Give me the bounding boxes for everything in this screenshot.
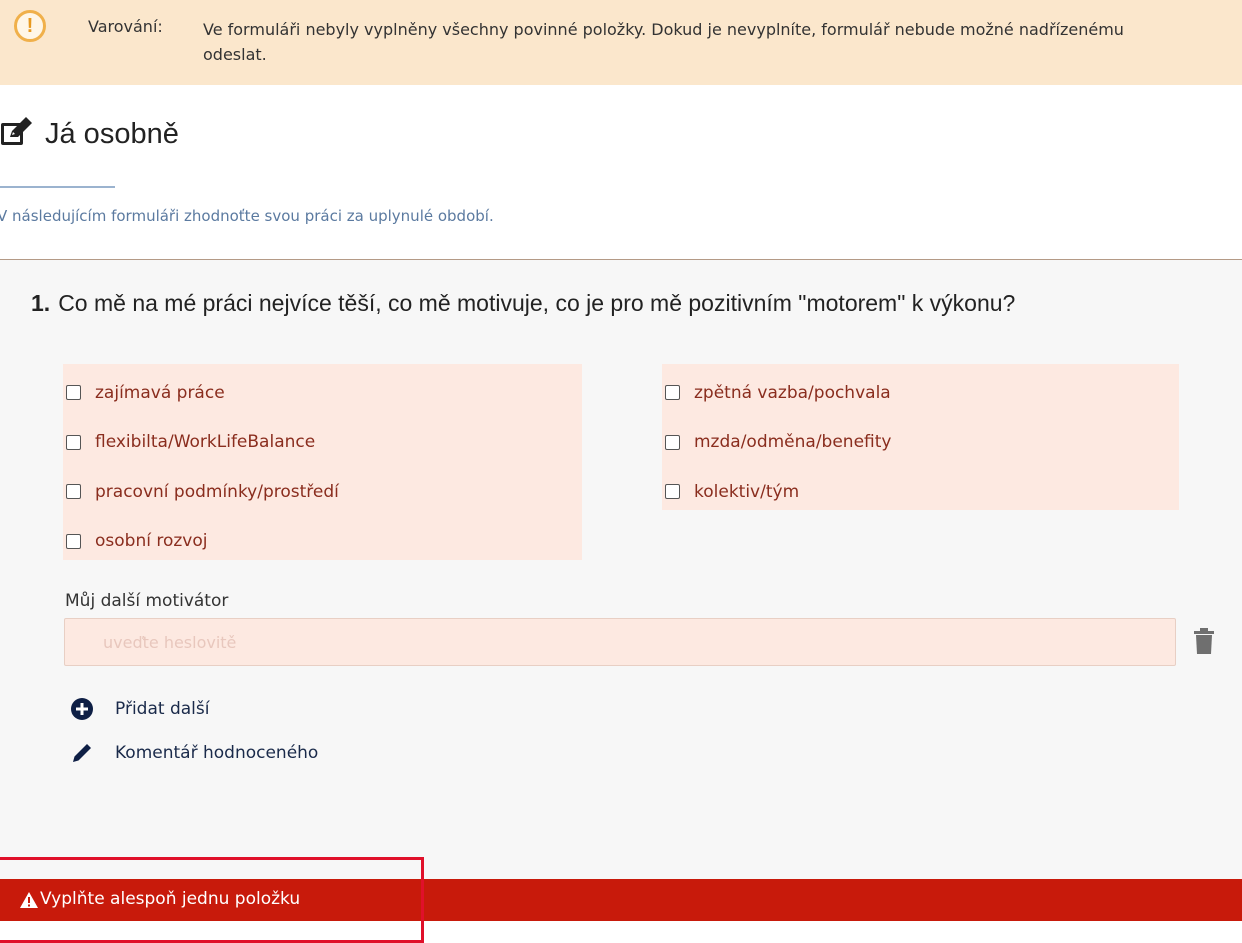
option-mzda[interactable]: mzda/odměna/benefity bbox=[662, 418, 1179, 468]
checkbox[interactable] bbox=[665, 385, 680, 401]
warning-label: Varování: bbox=[88, 17, 163, 36]
warning-text: Ve formuláři nebyly vyplněny všechny pov… bbox=[203, 20, 1124, 64]
option-label: mzda/odměna/benefity bbox=[694, 432, 892, 453]
question-title: 1. Co mě na mé práci nejvíce těší, co mě … bbox=[31, 290, 1015, 317]
checkbox[interactable] bbox=[66, 484, 81, 500]
pencil-icon bbox=[73, 744, 91, 762]
other-motivator-input[interactable] bbox=[64, 618, 1176, 666]
trash-icon[interactable] bbox=[1192, 628, 1216, 654]
option-pracovni-podminky[interactable]: pracovní podmínky/prostředí bbox=[63, 467, 582, 517]
warning-banner: ! Varování: Ve formuláři nebyly vyplněny… bbox=[0, 0, 1242, 85]
edit-icon bbox=[1, 117, 32, 145]
other-motivator-label: Můj další motivátor bbox=[65, 591, 229, 611]
question-number: 1. bbox=[31, 290, 51, 316]
option-label: zpětná vazba/pochvala bbox=[694, 382, 891, 403]
option-label: osobní rozvoj bbox=[95, 531, 208, 552]
add-another-button[interactable]: Přidat další bbox=[70, 697, 209, 721]
section-header: Já osobně V následujícím formuláři zhodn… bbox=[0, 85, 1242, 260]
title-underline bbox=[0, 186, 115, 188]
bottom-strip bbox=[0, 921, 1242, 943]
option-kolektiv[interactable]: kolektiv/tým bbox=[662, 467, 1179, 517]
validation-error-bar: Vyplňte alespoň jednu položku bbox=[0, 879, 1242, 921]
warning-triangle-icon bbox=[20, 892, 38, 908]
option-osobni-rozvoj[interactable]: osobní rozvoj bbox=[63, 517, 582, 567]
checkbox[interactable] bbox=[66, 434, 81, 450]
option-label: flexibilta/WorkLifeBalance bbox=[95, 432, 316, 453]
option-zajimava-prace[interactable]: zajímavá práce bbox=[63, 368, 582, 418]
section-subtitle: V následujícím formuláři zhodnoťte svou … bbox=[0, 207, 494, 225]
comment-label: Komentář hodnoceného bbox=[115, 743, 319, 763]
checkbox[interactable] bbox=[665, 434, 680, 450]
option-flexibilita[interactable]: flexibilta/WorkLifeBalance bbox=[63, 418, 582, 468]
checkbox[interactable] bbox=[66, 385, 81, 401]
validation-error-text: Vyplňte alespoň jednu položku bbox=[40, 889, 301, 909]
add-another-label: Přidat další bbox=[115, 699, 210, 719]
question-text: Co mě na mé práci nejvíce těší, co mě mo… bbox=[58, 290, 1016, 316]
checkbox[interactable] bbox=[665, 484, 680, 500]
option-zpetna-vazba[interactable]: zpětná vazba/pochvala bbox=[662, 368, 1179, 418]
option-label: pracovní podmínky/prostředí bbox=[95, 481, 339, 502]
exclamation-icon: ! bbox=[14, 10, 46, 42]
page-title: Já osobně bbox=[45, 118, 179, 150]
plus-circle-icon bbox=[71, 698, 93, 720]
options-group-right: zpětná vazba/pochvala mzda/odměna/benefi… bbox=[662, 364, 1179, 510]
options-group-left: zajímavá práce flexibilta/WorkLifeBalanc… bbox=[63, 364, 582, 560]
question-card: 1. Co mě na mé práci nejvíce těší, co mě … bbox=[0, 259, 1242, 879]
checkbox[interactable] bbox=[66, 533, 81, 549]
option-label: kolektiv/tým bbox=[694, 481, 800, 502]
comment-button[interactable]: Komentář hodnoceného bbox=[70, 741, 318, 765]
option-label: zajímavá práce bbox=[95, 382, 225, 403]
